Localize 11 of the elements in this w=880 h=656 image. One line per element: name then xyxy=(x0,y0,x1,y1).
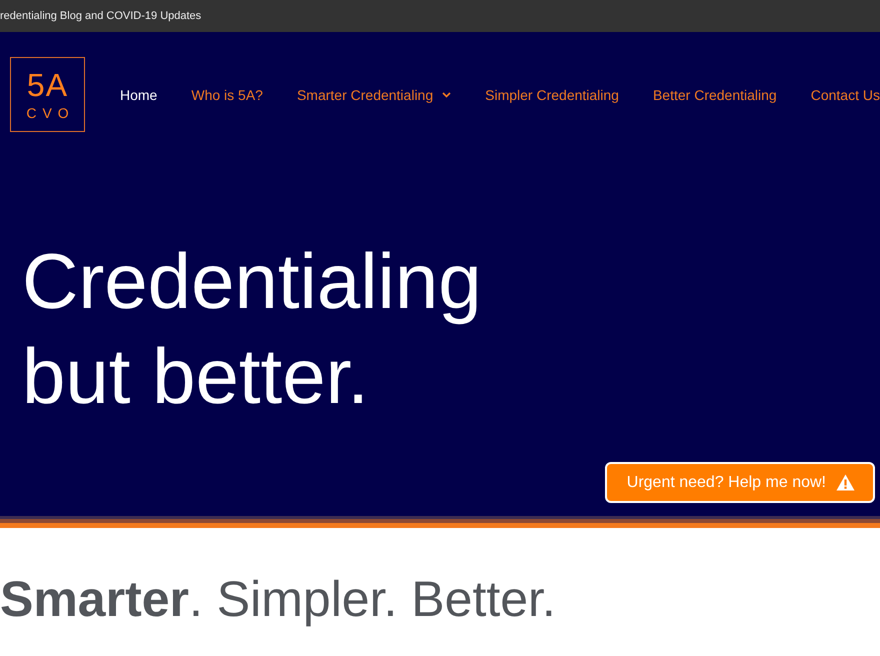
warning-icon xyxy=(836,474,855,491)
hero-heading: Credentialing but better. xyxy=(22,236,482,422)
nav-link[interactable]: Smarter Credentialing xyxy=(296,86,452,102)
logo[interactable]: 5A CVO xyxy=(10,57,85,132)
nav-link[interactable]: Simpler Credentialing xyxy=(485,86,619,102)
nav-link[interactable]: Contact Us xyxy=(810,86,880,102)
announcement-text: redentialing Blog and COVID-19 Updates xyxy=(0,10,202,22)
tagline: Smarter. Simpler. Better. xyxy=(0,570,556,629)
nav-link[interactable]: Better Credentialing xyxy=(652,86,777,102)
nav-link[interactable]: Home xyxy=(120,86,158,102)
nav-link[interactable]: Who is 5A? xyxy=(191,86,263,102)
